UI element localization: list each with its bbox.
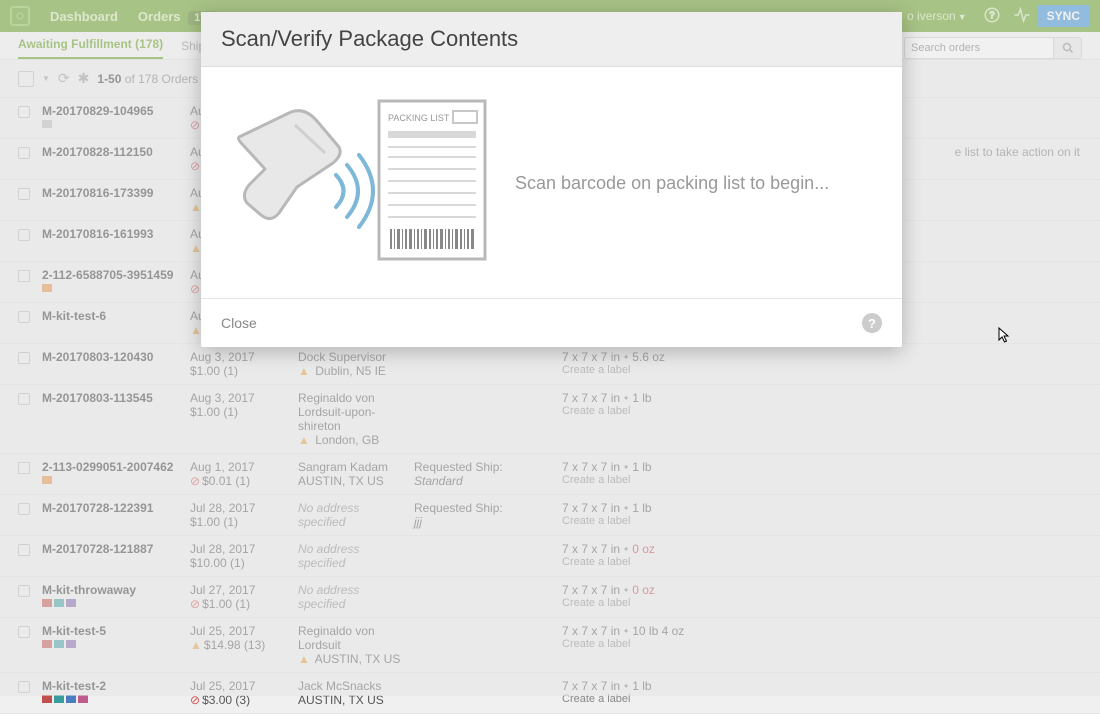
modal-message: Scan barcode on packing list to begin... <box>515 173 829 194</box>
modal-footer: Close ? <box>201 298 902 347</box>
packing-list-label: PACKING LIST <box>388 113 450 123</box>
barcode-scanner-illustration: PACKING LIST <box>221 97 489 270</box>
tag-chip <box>42 695 52 703</box>
mouse-cursor-icon <box>998 327 1012 346</box>
modal-header: Scan/Verify Package Contents <box>201 12 902 67</box>
tag-chip <box>66 695 76 703</box>
tag-icons <box>42 695 182 703</box>
close-button[interactable]: Close <box>221 315 257 331</box>
tag-chip <box>54 695 64 703</box>
modal-title: Scan/Verify Package Contents <box>221 26 882 52</box>
scan-verify-modal: Scan/Verify Package Contents PACKI <box>201 12 902 347</box>
tag-chip <box>78 695 88 703</box>
modal-help-icon[interactable]: ? <box>862 313 882 333</box>
